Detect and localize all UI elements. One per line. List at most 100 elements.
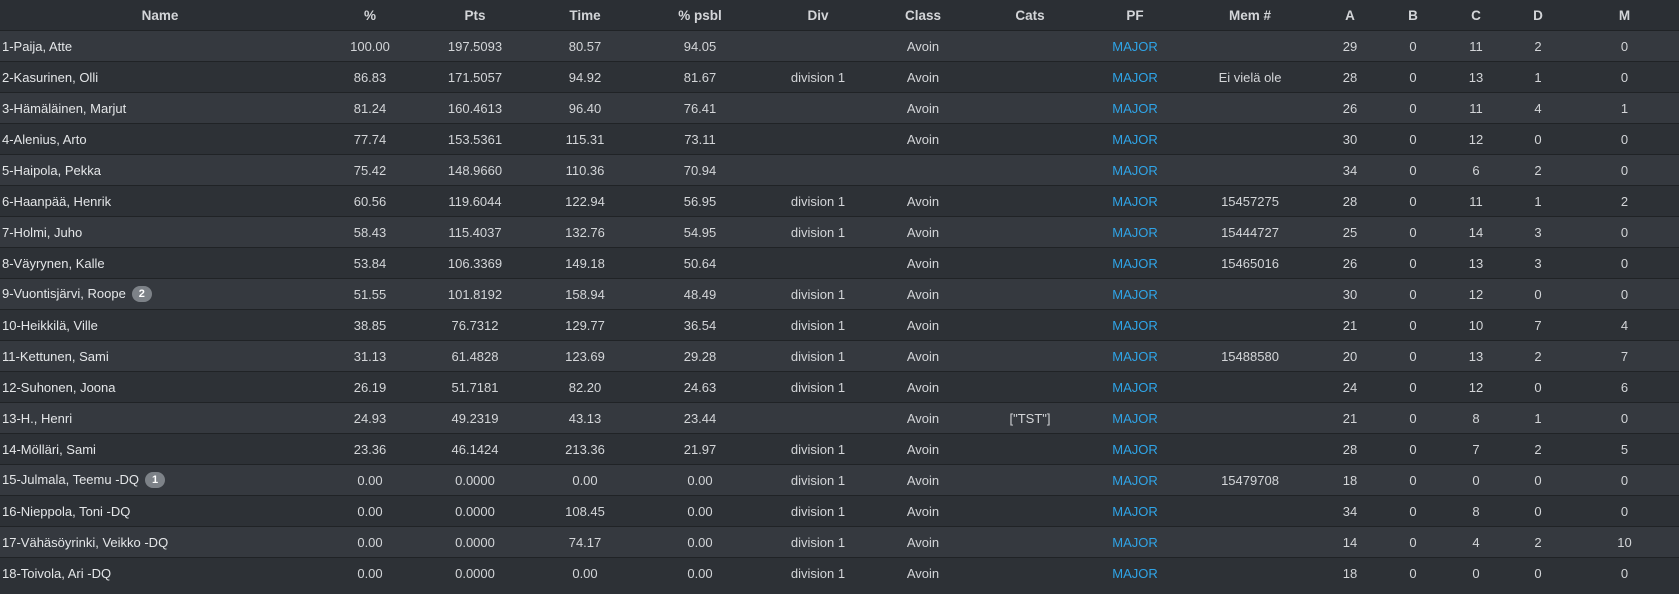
column-header-psbl[interactable]: % psbl: [640, 0, 760, 31]
cell-cats: [970, 154, 1090, 186]
cell-m: 7: [1570, 340, 1679, 372]
cell-psbl: 21.97: [640, 433, 760, 465]
power-factor-link[interactable]: MAJOR: [1090, 278, 1180, 310]
cell-div: [760, 92, 876, 124]
shooter-name[interactable]: 13-H., Henri: [2, 411, 72, 426]
shooter-name[interactable]: 12-Suhonen, Joona: [2, 380, 115, 395]
power-factor-link[interactable]: MAJOR: [1090, 123, 1180, 155]
shooter-name[interactable]: 16-Nieppola, Toni -DQ: [2, 504, 130, 519]
cell-pts: 46.1424: [420, 433, 530, 465]
cell-pts: 0.0000: [420, 464, 530, 496]
shooter-name[interactable]: 7-Holmi, Juho: [2, 225, 82, 240]
column-header-a[interactable]: A: [1320, 0, 1380, 31]
column-header-b[interactable]: B: [1380, 0, 1446, 31]
shooter-name[interactable]: 17-Vähäsöyrinki, Veikko -DQ: [2, 535, 168, 550]
shooter-name-cell: 3-Hämäläinen, Marjut: [0, 92, 320, 124]
table-row: 18-Toivola, Ari -DQ 0.00 0.0000 0.00 0.00 div…: [0, 557, 1679, 588]
cell-pct: 0.00: [320, 526, 420, 558]
column-header-m[interactable]: M: [1570, 0, 1679, 31]
cell-time: 129.77: [530, 309, 640, 341]
power-factor-link[interactable]: MAJOR: [1090, 464, 1180, 496]
power-factor-link[interactable]: MAJOR: [1090, 216, 1180, 248]
column-header-time[interactable]: Time: [530, 0, 640, 31]
cell-cls: Avoin: [876, 247, 970, 279]
table-row: 5-Haipola, Pekka 75.42 148.9660 110.36 70.94…: [0, 154, 1679, 186]
cell-cats: ["TST"]: [970, 402, 1090, 434]
cell-b: 0: [1380, 526, 1446, 558]
power-factor-link[interactable]: MAJOR: [1090, 526, 1180, 558]
shooter-name[interactable]: 14-Mölläri, Sami: [2, 442, 96, 457]
power-factor-link[interactable]: MAJOR: [1090, 92, 1180, 124]
cell-time: 43.13: [530, 402, 640, 434]
shooter-name[interactable]: 2-Kasurinen, Olli: [2, 70, 98, 85]
column-header-div[interactable]: Div: [760, 0, 876, 31]
column-header-pct[interactable]: %: [320, 0, 420, 31]
shooter-name-cell: 14-Mölläri, Sami: [0, 433, 320, 465]
shooter-name[interactable]: 3-Hämäläinen, Marjut: [2, 101, 126, 116]
cell-d: 2: [1506, 526, 1570, 558]
table-row: 12-Suhonen, Joona 26.19 51.7181 82.20 24.63 d…: [0, 371, 1679, 403]
cell-m: 0: [1570, 123, 1679, 155]
cell-cls: Avoin: [876, 371, 970, 403]
cell-pts: 0.0000: [420, 495, 530, 527]
count-badge[interactable]: 2: [131, 286, 152, 303]
shooter-name[interactable]: 1-Paija, Atte: [2, 39, 72, 54]
power-factor-link[interactable]: MAJOR: [1090, 247, 1180, 279]
cell-mem: [1180, 309, 1320, 341]
cell-b: 0: [1380, 154, 1446, 186]
power-factor-link[interactable]: MAJOR: [1090, 433, 1180, 465]
power-factor-link[interactable]: MAJOR: [1090, 371, 1180, 403]
column-header-class[interactable]: Class: [876, 0, 970, 31]
cell-time: 132.76: [530, 216, 640, 248]
power-factor-link[interactable]: MAJOR: [1090, 309, 1180, 341]
cell-pct: 38.85: [320, 309, 420, 341]
column-header-mem[interactable]: Mem #: [1180, 0, 1320, 31]
cell-m: 0: [1570, 557, 1679, 588]
shooter-name[interactable]: 15-Julmala, Teemu -DQ: [2, 472, 139, 487]
power-factor-link[interactable]: MAJOR: [1090, 154, 1180, 186]
power-factor-link[interactable]: MAJOR: [1090, 61, 1180, 93]
shooter-name[interactable]: 5-Haipola, Pekka: [2, 163, 101, 178]
column-header-cats[interactable]: Cats: [970, 0, 1090, 31]
column-header-d[interactable]: D: [1506, 0, 1570, 31]
shooter-name[interactable]: 11-Kettunen, Sami: [2, 349, 109, 364]
cell-cls: Avoin: [876, 92, 970, 124]
power-factor-link[interactable]: MAJOR: [1090, 340, 1180, 372]
shooter-name[interactable]: 4-Alenius, Arto: [2, 132, 87, 147]
count-badge[interactable]: 1: [145, 472, 166, 489]
cell-a: 28: [1320, 185, 1380, 217]
cell-cats: [970, 557, 1090, 588]
column-header-pf[interactable]: PF: [1090, 0, 1180, 31]
power-factor-link[interactable]: MAJOR: [1090, 30, 1180, 62]
cell-b: 0: [1380, 185, 1446, 217]
power-factor-link[interactable]: MAJOR: [1090, 402, 1180, 434]
column-header-name[interactable]: Name: [0, 0, 320, 31]
cell-time: 0.00: [530, 557, 640, 588]
cell-d: 0: [1506, 464, 1570, 496]
shooter-name[interactable]: 10-Heikkilä, Ville: [2, 318, 98, 333]
cell-psbl: 36.54: [640, 309, 760, 341]
power-factor-link[interactable]: MAJOR: [1090, 495, 1180, 527]
cell-div: [760, 247, 876, 279]
power-factor-link[interactable]: MAJOR: [1090, 185, 1180, 217]
cell-pts: 76.7312: [420, 309, 530, 341]
power-factor-link[interactable]: MAJOR: [1090, 557, 1180, 588]
cell-mem: [1180, 402, 1320, 434]
cell-m: 0: [1570, 154, 1679, 186]
cell-cls: Avoin: [876, 495, 970, 527]
cell-psbl: 0.00: [640, 464, 760, 496]
cell-cls: Avoin: [876, 557, 970, 588]
cell-m: 0: [1570, 278, 1679, 310]
column-header-pts[interactable]: Pts: [420, 0, 530, 31]
shooter-name[interactable]: 18-Toivola, Ari -DQ: [2, 566, 111, 581]
cell-psbl: 23.44: [640, 402, 760, 434]
column-header-c[interactable]: C: [1446, 0, 1506, 31]
shooter-name[interactable]: 8-Väyrynen, Kalle: [2, 256, 105, 271]
cell-div: division 1: [760, 278, 876, 310]
cell-psbl: 54.95: [640, 216, 760, 248]
shooter-name[interactable]: 6-Haanpää, Henrik: [2, 194, 111, 209]
shooter-name[interactable]: 9-Vuontisjärvi, Roope: [2, 286, 126, 301]
cell-b: 0: [1380, 92, 1446, 124]
cell-b: 0: [1380, 247, 1446, 279]
cell-time: 213.36: [530, 433, 640, 465]
